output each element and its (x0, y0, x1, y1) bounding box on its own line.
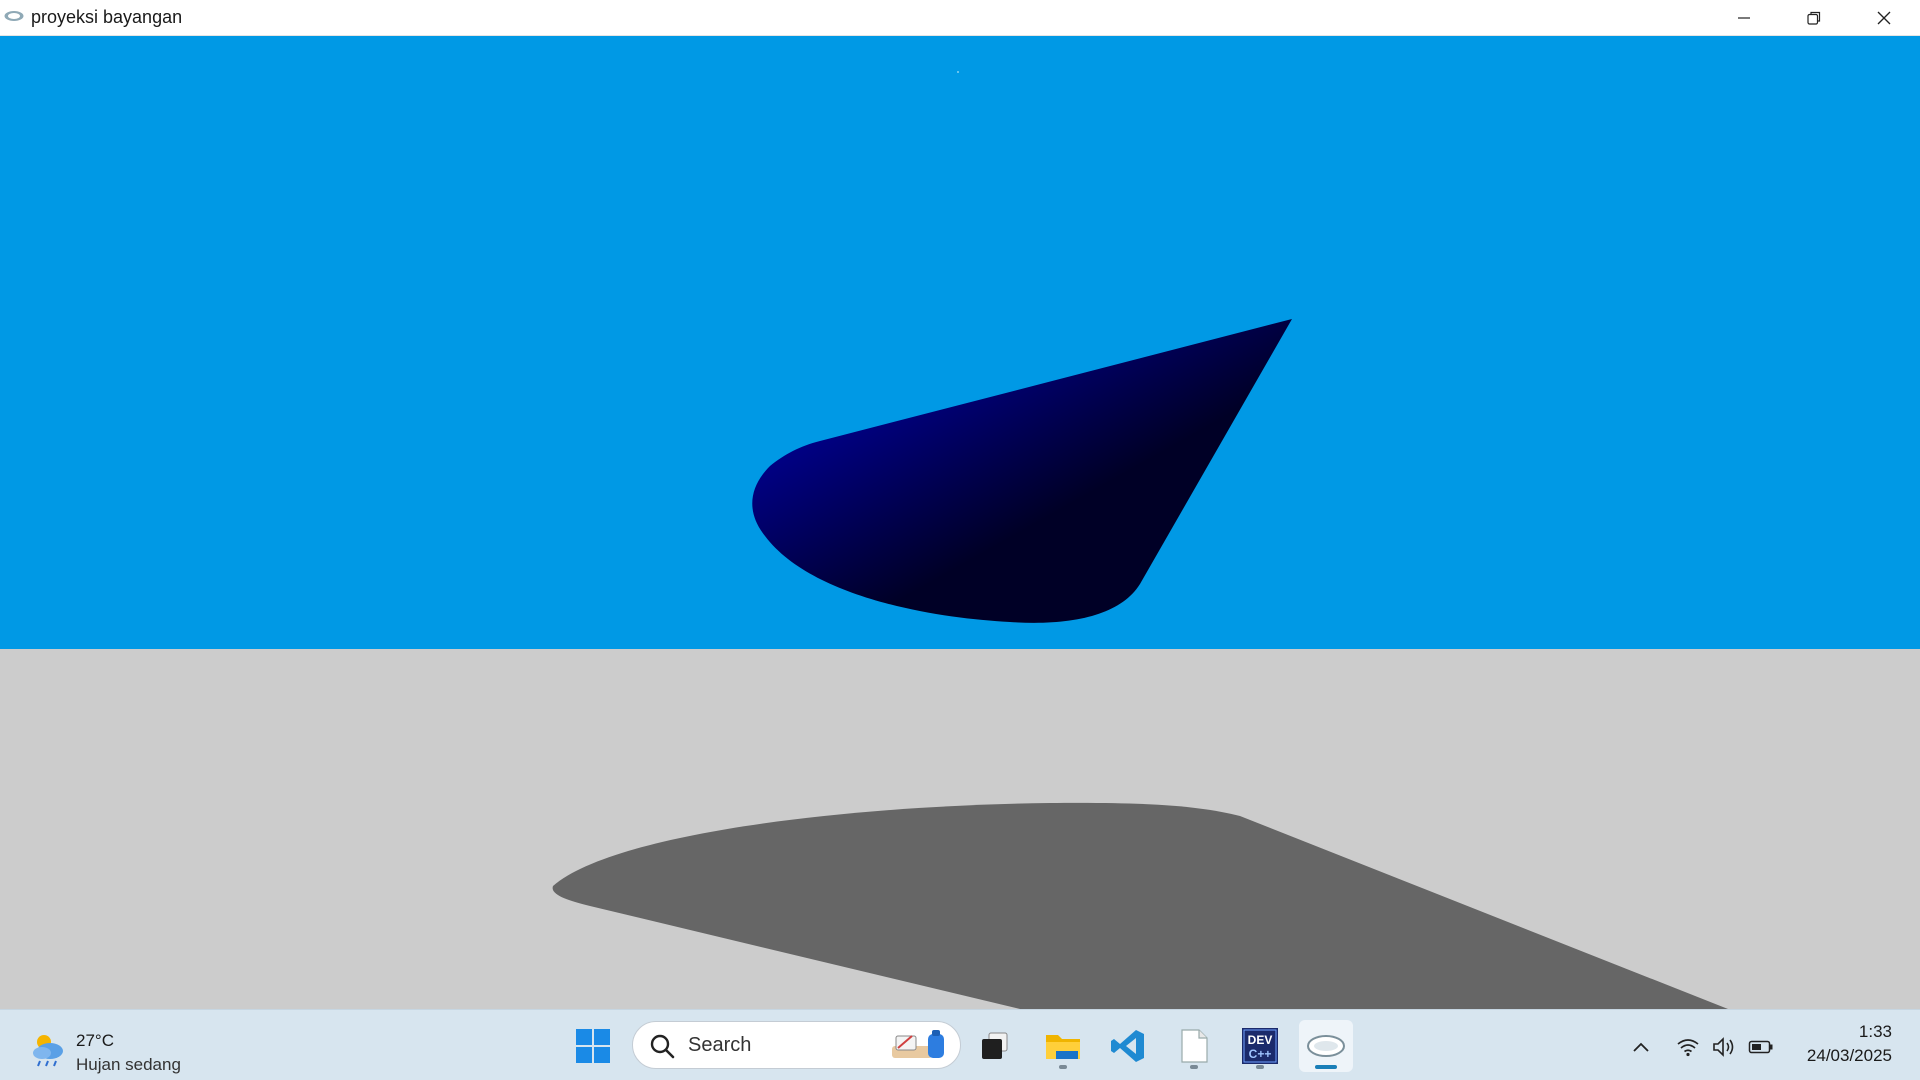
cloud-rain-sun-icon (33, 1035, 63, 1067)
running-indicator (1256, 1065, 1264, 1069)
restore-icon (1807, 11, 1821, 25)
chevron-up-icon (1633, 1042, 1649, 1052)
minimize-button[interactable] (1709, 0, 1779, 35)
window-title: proyeksi bayangan (31, 7, 183, 27)
svg-text:C++: C++ (1249, 1047, 1272, 1061)
clock-date: 24/03/2025 (1806, 1046, 1892, 1065)
task-view-button[interactable] (968, 1020, 1022, 1072)
weather-condition: Hujan sedang (76, 1055, 181, 1074)
opengl-app-button[interactable] (1299, 1020, 1353, 1072)
close-icon (1877, 11, 1891, 24)
active-indicator (1315, 1065, 1337, 1069)
vscode-icon (1111, 1030, 1144, 1062)
wifi-icon (1677, 1039, 1699, 1057)
devcpp-icon: DEV C++ (1242, 1028, 1278, 1064)
opengl-app-icon (1307, 1035, 1345, 1057)
search-icon (650, 1034, 675, 1059)
scene-canvas (0, 36, 1920, 1009)
notepad-icon (1181, 1029, 1208, 1063)
search-placeholder: Search (688, 1034, 752, 1056)
text-file-button[interactable] (1167, 1020, 1221, 1072)
start-button[interactable] (566, 1020, 620, 1072)
weather-temperature: 27°C (76, 1031, 114, 1050)
devcpp-label: DEV (1248, 1033, 1273, 1047)
task-view-icon (982, 1032, 1008, 1059)
battery-icon (1748, 1040, 1773, 1054)
window-titlebar[interactable]: proyeksi bayangan (0, 0, 1920, 36)
show-hidden-icons-button[interactable] (1627, 1034, 1655, 1060)
running-indicator (1059, 1065, 1067, 1069)
close-button[interactable] (1849, 0, 1919, 35)
running-indicator (1190, 1065, 1198, 1069)
file-explorer-button[interactable] (1036, 1020, 1090, 1072)
restore-button[interactable] (1779, 0, 1849, 35)
weather-widget[interactable]: 27°C Hujan sedang (22, 1025, 252, 1074)
vscode-button[interactable] (1101, 1020, 1155, 1072)
volume-icon (1713, 1037, 1734, 1057)
network-button[interactable] (1674, 1034, 1702, 1060)
taskbar: 27°C Hujan sedang Search DEV C++ 1:33 24… (0, 1009, 1920, 1080)
taskbar-search[interactable]: Search (632, 1021, 961, 1069)
minimize-icon (1738, 16, 1750, 19)
start-icon (576, 1029, 610, 1063)
battery-button[interactable] (1747, 1034, 1775, 1060)
devcpp-button[interactable]: DEV C++ (1233, 1020, 1287, 1072)
clock-time: 1:33 (1858, 1022, 1892, 1041)
stray-pixel (957, 71, 959, 73)
file-explorer-icon (1046, 1035, 1080, 1059)
opengl-window-icon (4, 11, 24, 21)
opengl-viewport[interactable] (0, 36, 1920, 1009)
volume-button[interactable] (1710, 1034, 1738, 1060)
search-highlight-icon (892, 1030, 944, 1058)
